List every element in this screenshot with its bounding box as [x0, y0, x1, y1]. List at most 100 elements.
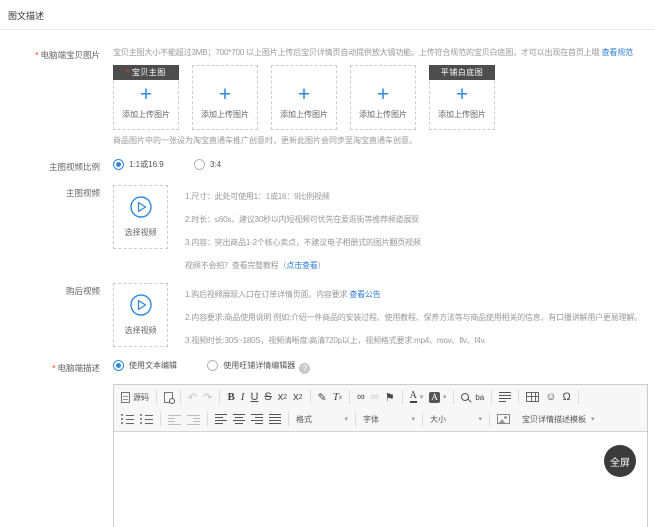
font-family-select[interactable]: 字体 ▾ [360, 410, 418, 428]
insert-link-button[interactable]: ∞ [354, 388, 368, 406]
insert-table-button[interactable] [523, 388, 542, 406]
paragraph-format-button[interactable] [496, 388, 514, 406]
page: 图文描述 *电脑端宝贝图片 宝贝主图大小不能超过3MB；700*700 以上图片… [0, 0, 655, 527]
main-image-badge-text: 宝贝主图 [132, 68, 166, 77]
background-color-button[interactable]: A▾ [426, 388, 449, 406]
insert-emoji-button[interactable]: ☺ [542, 388, 559, 406]
ratio-option-2-label: 3:4 [210, 160, 221, 169]
product-images-hint: 商品图片中的一张设为淘宝直通车推广创意时，更新此图片会同步至淘宝直通车创意。 [113, 135, 655, 147]
underline-button[interactable]: U [247, 388, 261, 406]
editor-content-area[interactable]: 全屏 [114, 432, 647, 527]
post-purchase-video-select-box[interactable]: 选择视频 [113, 283, 168, 347]
indent-button[interactable] [184, 410, 203, 428]
replace-button[interactable]: ba [472, 388, 487, 406]
format-painter-icon: ✎ [318, 391, 327, 404]
special-char-button[interactable]: Ω [559, 388, 573, 406]
strikethrough-button[interactable]: S [261, 388, 274, 406]
select-video-label: 选择视频 [114, 227, 167, 238]
main-video-tips: 1.尺寸：此处可使用1：1或16：9比例视频 2.时长：≤60s，建议30秒以内… [185, 185, 421, 277]
required-asterisk: * [126, 68, 130, 77]
detail-template-button[interactable]: 宝贝详情描述模板▾ [513, 410, 598, 428]
click-view-tutorial-link[interactable]: 点击查看 [286, 261, 317, 270]
toolbar-separator [355, 412, 356, 426]
rich-text-editor: 源码 ↶ ↷ B I U S x2 [113, 384, 648, 527]
find-button[interactable] [458, 388, 472, 406]
unordered-list-icon [140, 414, 153, 425]
product-images-label-text: 电脑端宝贝图片 [40, 50, 100, 60]
description-label: *电脑端描述 [0, 360, 100, 527]
upload-image-box-whitebg[interactable]: 平铺白底图 + 添加上传图片 [429, 65, 495, 130]
paragraph-lines-icon [499, 391, 511, 403]
outdent-button[interactable] [165, 410, 184, 428]
plus-icon: + [114, 87, 178, 103]
insert-image-button[interactable] [494, 410, 513, 428]
required-asterisk: * [52, 363, 55, 373]
main-video-tip-3: 3.内容：突出商品1-2个核心卖点，不建议电子相册式的图片翻页视频 [185, 231, 421, 254]
text-color-button[interactable]: A▾ [407, 388, 427, 406]
post-purchase-tip-1-prefix: 1.购后视频展现入口在订单详情页面，内容要求 [185, 290, 349, 299]
caret-down-icon: ▾ [591, 415, 595, 423]
main-video-tip-4-prefix: 视频不会拍？查看完整教程（ [185, 261, 286, 270]
ratio-option-3-4[interactable]: 3:4 [194, 159, 221, 170]
upload-image-box-2[interactable]: + 添加上传图片 [192, 65, 258, 130]
align-left-button[interactable] [212, 410, 230, 428]
post-purchase-tip-3: 3.视频时长:30S~180S，视频清晰度:高清720p以上，视频格式要求:mp… [185, 329, 642, 352]
italic-button[interactable]: I [238, 388, 248, 406]
preview-button[interactable] [161, 388, 176, 406]
font-size-select[interactable]: 大小 ▾ [427, 410, 485, 428]
ratio-option-1-1-or-16-9[interactable]: 1:1或16:9 [113, 159, 164, 170]
subscript-button[interactable]: x2 [275, 388, 290, 406]
subscript-sub: 2 [283, 394, 287, 401]
background-color-icon: A [429, 392, 440, 403]
search-icon [461, 393, 469, 401]
main-image-badge: *宝贝主图 [113, 65, 179, 80]
unordered-list-button[interactable] [137, 410, 156, 428]
toolbar-separator [219, 390, 220, 404]
video-ratio-label: 主图视频比例 [0, 159, 100, 173]
size-select-label: 大小 [430, 414, 446, 425]
undo-button[interactable]: ↶ [185, 388, 200, 406]
bold-button[interactable]: B [224, 388, 237, 406]
description-label-text: 电脑端描述 [57, 363, 100, 373]
post-purchase-video-label: 购后视频 [0, 283, 100, 352]
plus-icon: + [430, 87, 494, 103]
main-video-select-box[interactable]: 选择视频 [113, 185, 168, 249]
superscript-button[interactable]: x2 [290, 388, 305, 406]
undo-icon: ↶ [188, 391, 197, 404]
post-purchase-video-tips: 1.购后视频展现入口在订单详情页面，内容要求 查看公告 2.内容要求:商品使用说… [185, 283, 642, 352]
radio-selected-icon [113, 159, 124, 170]
align-justify-button[interactable] [266, 410, 284, 428]
toolbar-row-1: 源码 ↶ ↷ B I U S x2 [118, 386, 643, 408]
product-images-description: 宝贝主图大小不能超过3MB；700*700 以上图片上传后宝贝详情页自动提供放大… [113, 47, 655, 59]
remove-link-button[interactable]: ∞ [368, 388, 382, 406]
plus-icon: + [272, 87, 336, 103]
toolbar-row-2: 格式 ▾ 字体 ▾ 大小 ▾ [118, 408, 643, 430]
main-video-tip-1: 1.尺寸：此处可使用1：1或16：9比例视频 [185, 185, 421, 208]
radio-unselected-icon [194, 159, 205, 170]
mode-option-text-editor[interactable]: 使用文本编辑 [113, 360, 177, 371]
ordered-list-button[interactable] [118, 410, 137, 428]
preview-icon [164, 392, 173, 403]
remove-format-button[interactable]: Tx [330, 388, 345, 406]
upload-image-box-main[interactable]: *宝贝主图 + 添加上传图片 [113, 65, 179, 130]
anchor-button[interactable]: ⚑ [382, 388, 398, 406]
format-painter-button[interactable]: ✎ [315, 388, 330, 406]
paragraph-format-select[interactable]: 格式 ▾ [293, 410, 351, 428]
view-announcement-link[interactable]: 查看公告 [349, 290, 380, 299]
row-post-purchase-video: 购后视频 选择视频 1.购后视频展现入口在订单详情页面，内容要求 查看公告 2.… [0, 283, 655, 352]
upload-image-box-4[interactable]: + 添加上传图片 [350, 65, 416, 130]
source-code-button[interactable]: 源码 [118, 388, 152, 406]
fullscreen-button[interactable]: 全屏 [604, 445, 636, 477]
view-spec-link[interactable]: 查看规范 [602, 48, 633, 57]
font-select-label: 字体 [363, 414, 379, 425]
align-right-button[interactable] [248, 410, 266, 428]
outdent-icon [168, 414, 181, 425]
upload-image-box-3[interactable]: + 添加上传图片 [271, 65, 337, 130]
mode-option-wangpu-editor[interactable]: 使用旺铺详情编辑器 [207, 360, 295, 371]
superscript-sup: 2 [299, 394, 303, 401]
radio-unselected-icon [207, 360, 218, 371]
required-asterisk: * [35, 50, 38, 60]
align-center-button[interactable] [230, 410, 248, 428]
redo-button[interactable]: ↷ [200, 388, 215, 406]
help-icon[interactable]: ? [299, 363, 310, 374]
